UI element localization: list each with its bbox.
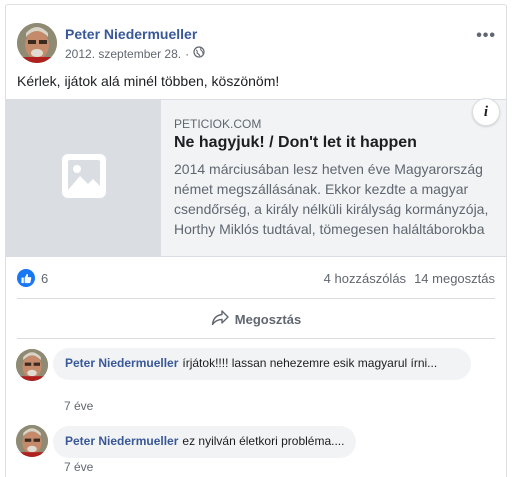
reactions-bar: 6 4 hozzászólás 14 megosztás <box>17 267 495 289</box>
post-date[interactable]: 2012. szeptember 28. <box>65 47 181 61</box>
like-icon <box>17 269 35 287</box>
link-details[interactable]: PETICIOK.COM Ne hagyjuk! / Don't let it … <box>161 98 506 256</box>
comment-author[interactable]: Peter Niedermueller <box>65 356 178 370</box>
link-description: 2014 márciusában lesz hetven éve Magyaro… <box>174 161 489 237</box>
comment-timestamp[interactable]: 7 éve <box>64 399 93 413</box>
post-card: Peter Niedermueller 2012. szeptember 28.… <box>5 4 507 477</box>
post-meta: 2012. szeptember 28. · <box>65 46 205 61</box>
like-count: 6 <box>41 270 49 286</box>
comment-timestamp[interactable]: 7 éve <box>64 460 93 474</box>
like-summary[interactable]: 6 <box>17 269 48 287</box>
post-text: Kérlek, ijátok alá minél többen, köszönö… <box>17 73 280 89</box>
comment-count-link[interactable]: 4 hozzászólás <box>324 271 406 286</box>
divider <box>17 298 495 299</box>
post-author-name[interactable]: Peter Niedermueller <box>65 26 197 42</box>
globe-icon[interactable] <box>193 46 205 61</box>
comment-author[interactable]: Peter Niedermueller <box>65 434 178 448</box>
share-arrow-icon <box>211 309 229 329</box>
share-button[interactable]: Megosztás <box>6 305 506 333</box>
link-thumbnail[interactable] <box>6 100 161 256</box>
comment-bubble: Peter Niedermueller ez nyilván életkori p… <box>53 426 357 458</box>
info-icon[interactable]: i <box>472 98 500 126</box>
comment-avatar[interactable] <box>16 349 48 381</box>
link-preview[interactable]: PETICIOK.COM Ne hagyjuk! / Don't let it … <box>6 98 506 257</box>
share-count-link[interactable]: 14 megosztás <box>414 271 495 286</box>
comment-text: írjátok!!!! lassan nehezemre esik magyar… <box>182 356 438 370</box>
comment-bubble: Peter Niedermueller írjátok!!!! lassan ne… <box>53 348 471 380</box>
comment-text: ez nyilván életkori probléma.... <box>182 434 345 448</box>
engagement-stats: 4 hozzászólás 14 megosztás <box>324 271 495 286</box>
share-label: Megosztás <box>234 311 302 327</box>
link-title[interactable]: Ne hagyjuk! / Don't let it happen <box>174 134 417 152</box>
link-domain: PETICIOK.COM <box>174 117 262 131</box>
image-placeholder-icon <box>60 152 108 205</box>
more-options-button[interactable]: ••• <box>476 27 496 45</box>
comment-avatar[interactable] <box>16 425 48 457</box>
author-avatar[interactable] <box>17 23 57 63</box>
divider <box>17 338 495 339</box>
